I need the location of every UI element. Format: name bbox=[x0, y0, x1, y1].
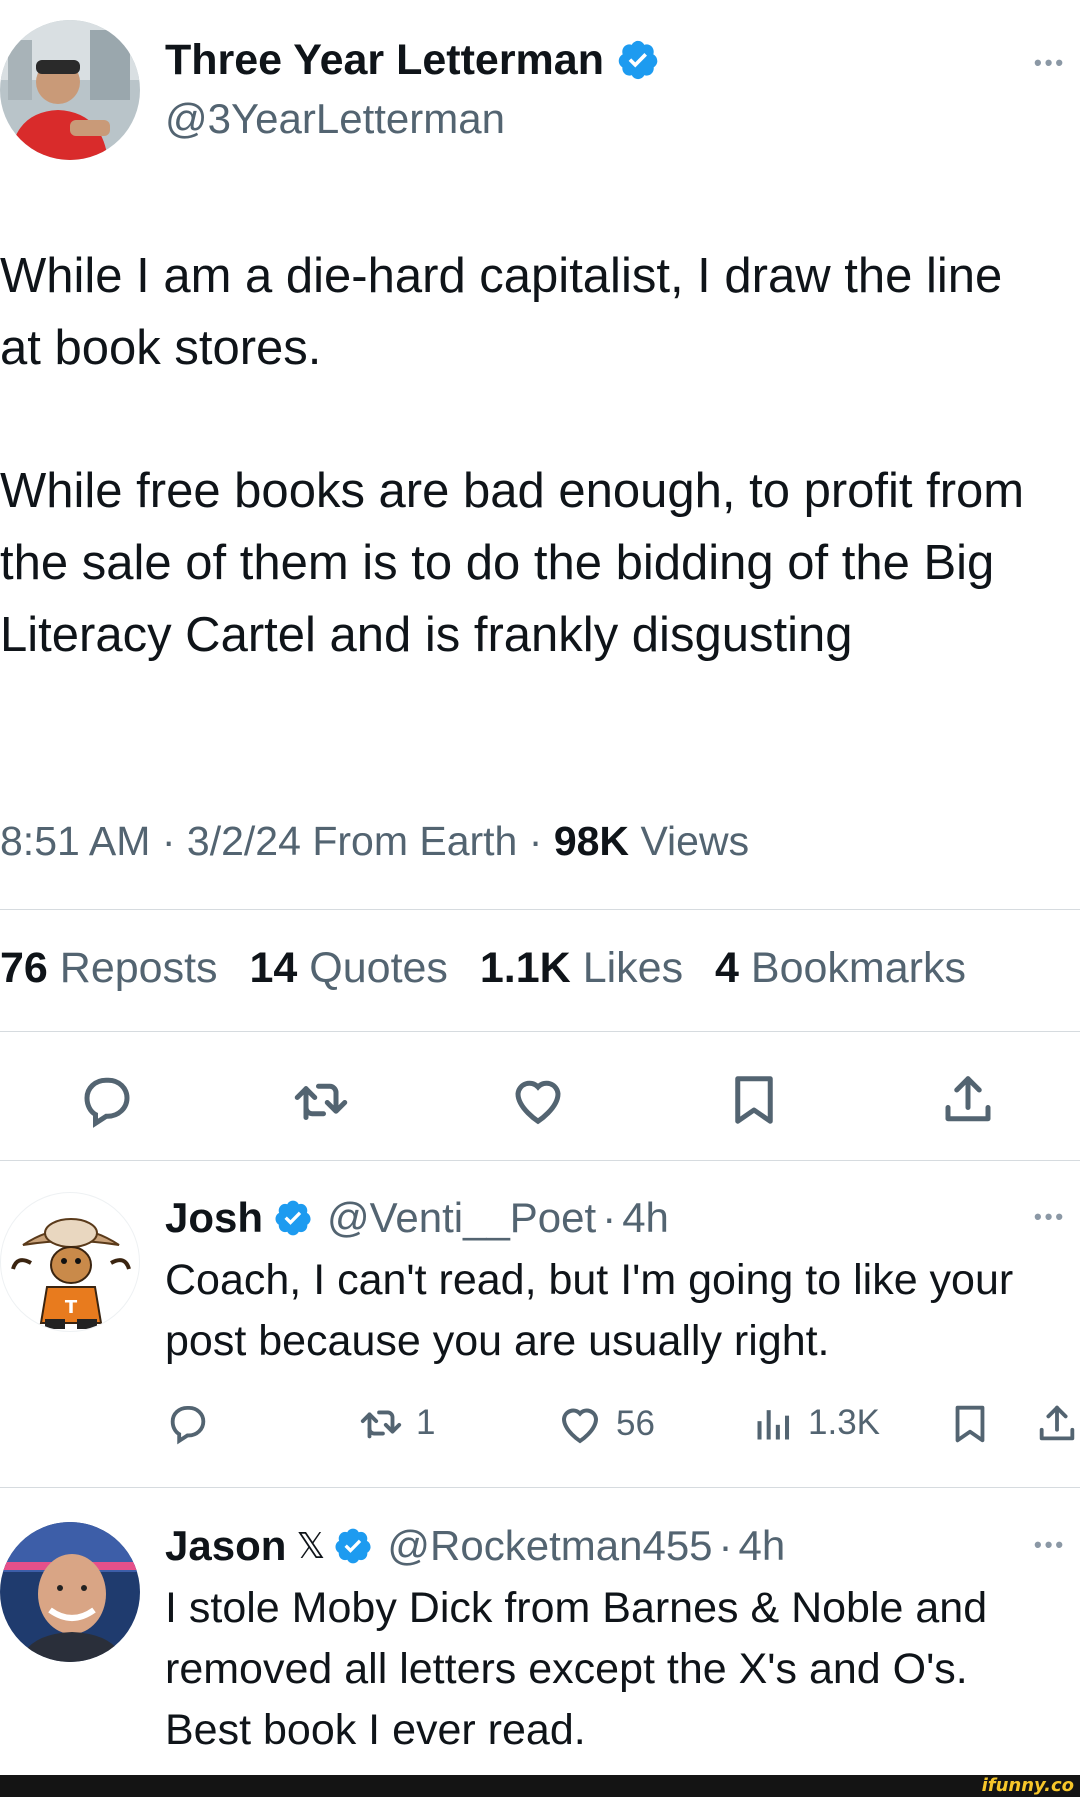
author-avatar-image bbox=[0, 20, 140, 160]
views-count: 98K bbox=[553, 818, 630, 864]
like-button[interactable] bbox=[508, 1070, 568, 1130]
more-icon[interactable]: ••• bbox=[1034, 50, 1066, 76]
repost-button[interactable] bbox=[290, 1070, 352, 1130]
divider bbox=[0, 1031, 1080, 1032]
repost-icon bbox=[360, 1410, 402, 1439]
reply-repost-button[interactable]: 1 bbox=[358, 1400, 435, 1446]
tweet-stats: 76 Reposts 14 Quotes 1.1K Likes 4 Bookma… bbox=[0, 944, 966, 993]
reply-avatar[interactable]: T bbox=[0, 1192, 140, 1332]
likes-count: 1.1K bbox=[479, 944, 571, 992]
reply-reply-button[interactable] bbox=[165, 1400, 211, 1446]
reply-avatar-image bbox=[0, 1522, 140, 1662]
divider bbox=[0, 909, 1080, 910]
x-logo-icon: 𝕏 bbox=[296, 1525, 326, 1567]
reply-more-icon[interactable]: ••• bbox=[1034, 1204, 1066, 1230]
bookmark-icon bbox=[735, 1076, 773, 1124]
reply-separator: · bbox=[602, 1194, 617, 1241]
views-label: Views bbox=[640, 818, 750, 864]
reply-text: I stole Moby Dick from Barnes & Noble an… bbox=[165, 1584, 988, 1754]
verified-badge-icon bbox=[618, 40, 658, 80]
tweet-text-paragraph-2: While free books are bad enough, to prof… bbox=[0, 464, 1025, 662]
reply-age[interactable]: 4h bbox=[622, 1194, 669, 1242]
reposts-stat[interactable]: 76 Reposts bbox=[0, 944, 230, 992]
share-button[interactable] bbox=[938, 1070, 998, 1130]
reply-button[interactable] bbox=[77, 1070, 137, 1130]
reply-header: Josh @Venti__Poet · 4h bbox=[165, 1190, 669, 1246]
verified-badge-icon bbox=[335, 1528, 371, 1564]
watermark-logo: ifunny.co bbox=[981, 1775, 1074, 1796]
meta-separator: · bbox=[161, 818, 176, 864]
views-icon bbox=[757, 1410, 790, 1440]
bookmarks-label: Bookmarks bbox=[750, 944, 966, 992]
tweet-meta: 8:51 AM · 3/2/24 From Earth · 98K Views bbox=[0, 818, 749, 865]
reply-handle[interactable]: @Rocketman455 bbox=[387, 1522, 712, 1570]
reply-handle[interactable]: @Venti__Poet bbox=[327, 1194, 596, 1242]
likes-label: Likes bbox=[582, 944, 684, 992]
svg-text:T: T bbox=[65, 1297, 78, 1318]
bookmark-icon bbox=[955, 1405, 985, 1443]
divider bbox=[0, 1160, 1080, 1161]
reply-views-button[interactable]: 1.3K bbox=[752, 1400, 880, 1446]
tweet-source: From Earth bbox=[312, 818, 518, 864]
verified-badge-icon bbox=[275, 1200, 311, 1236]
author-name[interactable]: Three Year Letterman bbox=[165, 36, 604, 85]
reply-author-name[interactable]: Jason bbox=[165, 1522, 286, 1570]
reply-avatar[interactable] bbox=[0, 1522, 140, 1662]
like-icon bbox=[515, 1080, 561, 1125]
author-avatar[interactable] bbox=[0, 20, 140, 160]
bookmark-button[interactable] bbox=[724, 1070, 784, 1130]
reply-views-count: 1.3K bbox=[808, 1403, 880, 1442]
reply-share-button[interactable] bbox=[1034, 1400, 1080, 1448]
tweet-time[interactable]: 8:51 AM bbox=[0, 818, 150, 864]
author-name-row: Three Year Letterman bbox=[165, 30, 660, 90]
reply-like-count: 56 bbox=[616, 1404, 655, 1443]
longhorn-mascot-image: T bbox=[11, 1218, 131, 1329]
reply-header: Jason 𝕏 @Rocketman455 · 4h bbox=[165, 1518, 785, 1574]
watermark-bar: ifunny.co bbox=[0, 1775, 1080, 1797]
reply-age[interactable]: 4h bbox=[739, 1522, 786, 1570]
quotes-count: 14 bbox=[249, 944, 298, 992]
like-icon bbox=[561, 1408, 599, 1444]
tweet-date[interactable]: 3/2/24 bbox=[187, 818, 301, 864]
reply-bookmark-button[interactable] bbox=[947, 1400, 993, 1448]
reply-separator: · bbox=[718, 1522, 733, 1569]
likes-stat[interactable]: 1.1K Likes bbox=[480, 944, 695, 992]
reply-text: Coach, I can't read, but I'm going to li… bbox=[165, 1256, 1014, 1365]
reply-repost-count: 1 bbox=[416, 1403, 436, 1442]
reply-author-name[interactable]: Josh bbox=[165, 1194, 263, 1242]
bookmarks-count: 4 bbox=[715, 944, 739, 992]
quotes-label: Quotes bbox=[309, 944, 448, 992]
reply-icon bbox=[170, 1405, 206, 1445]
meta-separator: · bbox=[528, 818, 543, 864]
share-icon bbox=[945, 1076, 991, 1122]
repost-icon bbox=[294, 1083, 348, 1120]
reposts-label: Reposts bbox=[59, 944, 218, 992]
reply-like-button[interactable]: 56 bbox=[556, 1400, 655, 1448]
bookmarks-stat[interactable]: 4 Bookmarks bbox=[715, 944, 966, 992]
reply-icon bbox=[84, 1077, 130, 1128]
author-handle[interactable]: @3YearLetterman bbox=[165, 95, 505, 143]
reposts-count: 76 bbox=[0, 944, 48, 992]
reply-more-icon[interactable]: ••• bbox=[1034, 1532, 1066, 1558]
divider bbox=[0, 1487, 1080, 1488]
tweet-text-paragraph-1: While I am a die-hard capitalist, I draw… bbox=[0, 249, 1003, 375]
quotes-stat[interactable]: 14 Quotes bbox=[250, 944, 460, 992]
share-icon bbox=[1039, 1405, 1075, 1441]
